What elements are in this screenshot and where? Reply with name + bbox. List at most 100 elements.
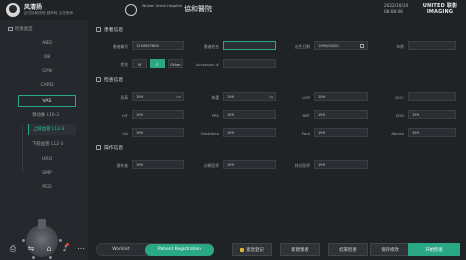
birth-date-label: 出生日期 <box>294 44 310 49</box>
ga-field[interactable]: 199 <box>132 128 184 137</box>
height-field[interactable]: 199 cm <box>132 92 184 101</box>
end-exam-button[interactable]: 结束检查 <box>328 243 368 256</box>
gender-option-other[interactable]: Other <box>168 59 183 68</box>
accession-label: Accession # <box>195 62 219 67</box>
ivf-field[interactable]: 199 <box>132 110 184 119</box>
exam-info-title-label: 检查信息 <box>104 78 124 83</box>
sidebar-subitem-carotid[interactable]: 颈动脉 L10-3 <box>28 110 76 121</box>
ivf-label: IVF <box>122 113 128 118</box>
hospital-logo-icon <box>125 4 137 16</box>
sidebar-item-ob[interactable]: OB <box>18 52 76 64</box>
sidebar-title-label: 检查类型 <box>15 27 33 32</box>
operator-info-title-label: 操作信息 <box>104 146 124 151</box>
sidebar-item-abd[interactable]: ABD <box>18 38 76 50</box>
view-tabs: Worklist Patient Registration <box>96 243 214 256</box>
sidebar-item-vas[interactable]: VAS <box>18 95 76 107</box>
sidebar-item-gyn[interactable]: GYN <box>18 66 76 78</box>
patient-name-label: 患者姓名 <box>203 44 219 49</box>
sidebar-item-smp[interactable]: SMP <box>18 168 76 180</box>
accession-field[interactable] <box>223 59 276 68</box>
weight-value: 199 <box>227 95 234 99</box>
exam-type-sidebar: 检查类型 ABD OB GYN CARD VAS 颈动脉 L10-3 上肢血管 … <box>0 20 88 260</box>
start-exam-button[interactable]: 开始检查 <box>408 243 460 256</box>
referring-field[interactable]: 199 <box>314 160 368 169</box>
gender-option-f[interactable]: F <box>150 59 165 68</box>
patient-info-title: 患者信息 <box>96 26 123 33</box>
exam-info-title: 检查信息 <box>96 76 123 83</box>
sidebar-subitem-upper-limb[interactable]: 上肢血管 L12-3 <box>28 124 76 135</box>
emergency-register-button[interactable]: 紧急登记 <box>232 243 272 256</box>
age-label: 年龄 <box>396 44 404 49</box>
height-label: 身高 <box>120 95 128 100</box>
quick-icons: ⎙ ⇋ ⌂ ♪ ⋯ <box>0 240 88 260</box>
patient-registration-form: 患者信息 患者编号 1234567890 患者姓名 出生日期 1990/00/0… <box>88 20 466 240</box>
calendar-icon[interactable] <box>360 44 364 48</box>
diagnostician-label: 诊断医师 <box>203 163 219 168</box>
patient-name-field[interactable] <box>223 41 276 50</box>
prv-field[interactable]: 199 <box>223 110 276 119</box>
height-value: 199 <box>136 95 143 99</box>
clock-time: 08:08:08 <box>384 9 403 14</box>
ga-label: GA <box>122 131 128 136</box>
user-subtitle: 武汉协和医院 超声科 主任医师 <box>24 11 74 15</box>
gestation-label: Gestation <box>200 131 219 136</box>
list-icon <box>8 26 13 31</box>
bottom-bar: Worklist Patient Registration 紧急登记 新建患者 … <box>88 240 466 260</box>
top-bar: 风清扬 武汉协和医院 超声科 主任医师 Wuhan Union Hospital… <box>0 0 466 20</box>
lmp-label: LMP <box>302 95 310 100</box>
referring-label: 转诊医师 <box>294 163 310 168</box>
sidebar-subitem-lower-limb[interactable]: 下肢血管 L12-3 <box>28 139 76 150</box>
gender-label: 性别 <box>120 62 128 67</box>
clock-date: 2022/10/10 <box>384 3 409 8</box>
usb-icon[interactable]: ⇋ <box>26 244 36 254</box>
user-avatar[interactable] <box>6 3 20 17</box>
bbt-field[interactable]: 199 <box>314 110 368 119</box>
tab-patient-registration[interactable]: Patient Registration <box>145 244 214 256</box>
weight-field[interactable]: 199 kg <box>223 92 276 101</box>
para-field[interactable]: 199 <box>314 128 368 137</box>
diagnostician-field[interactable]: 199 <box>223 160 276 169</box>
aborta-label: Aborta <box>391 131 404 136</box>
network-icon[interactable]: ⌂ <box>44 244 54 254</box>
prv-label: PRV <box>211 113 219 118</box>
operator-icon <box>96 145 101 150</box>
brand-line-2: IMAGING <box>426 9 454 15</box>
doc-field[interactable] <box>408 92 456 101</box>
notification-badge <box>66 243 69 246</box>
birth-date-field[interactable]: 1990/00/00 <box>314 41 368 50</box>
patient-id-label: 患者编号 <box>112 44 128 49</box>
sidebar-title: 检查类型 <box>8 26 33 32</box>
gestation-field[interactable]: 199 <box>223 128 276 137</box>
brand-logo: UNITED 联影 IMAGING <box>418 3 462 15</box>
weight-label: 体重 <box>211 95 219 100</box>
patient-info-title-label: 患者信息 <box>104 28 124 33</box>
tab-worklist[interactable]: Worklist <box>97 244 145 256</box>
sidebar-item-card[interactable]: CARD <box>18 80 76 92</box>
sidebar-item-uro[interactable]: URO <box>18 154 76 166</box>
user-name: 风清扬 <box>24 4 43 11</box>
birth-date-value: 1990/00/00 <box>318 44 339 48</box>
notification-icon[interactable]: ♪ <box>60 243 70 254</box>
operator-info-title: 操作信息 <box>96 144 123 151</box>
emergency-register-label: 紧急登记 <box>246 248 264 253</box>
exam-icon <box>96 77 101 82</box>
sidebar-item-ped[interactable]: PED <box>18 182 76 194</box>
height-unit: cm <box>176 95 181 99</box>
printer-icon[interactable]: ⎙ <box>8 244 18 254</box>
hospital-name-en: Wuhan Union Hospital <box>142 4 182 8</box>
operator-field[interactable]: 199 <box>132 160 184 169</box>
patient-icon <box>96 27 101 32</box>
lmp-field[interactable]: 199 <box>314 92 368 101</box>
emergency-icon <box>240 247 245 252</box>
patient-id-field[interactable]: 1234567890 <box>132 41 184 50</box>
doc-label: DOC <box>395 95 404 100</box>
hospital-name-cn: 協和醫院 <box>184 5 212 13</box>
age-field[interactable] <box>408 41 456 50</box>
aborta-field[interactable]: 199 <box>408 128 456 137</box>
save-changes-button[interactable]: 保存修改 <box>370 243 410 256</box>
new-patient-button[interactable]: 新建患者 <box>280 243 320 256</box>
bbt-label: BBT <box>302 113 310 118</box>
edd-field[interactable]: 199 <box>408 110 456 119</box>
gender-option-m[interactable]: M <box>132 59 147 68</box>
more-icon[interactable]: ⋯ <box>76 244 86 254</box>
